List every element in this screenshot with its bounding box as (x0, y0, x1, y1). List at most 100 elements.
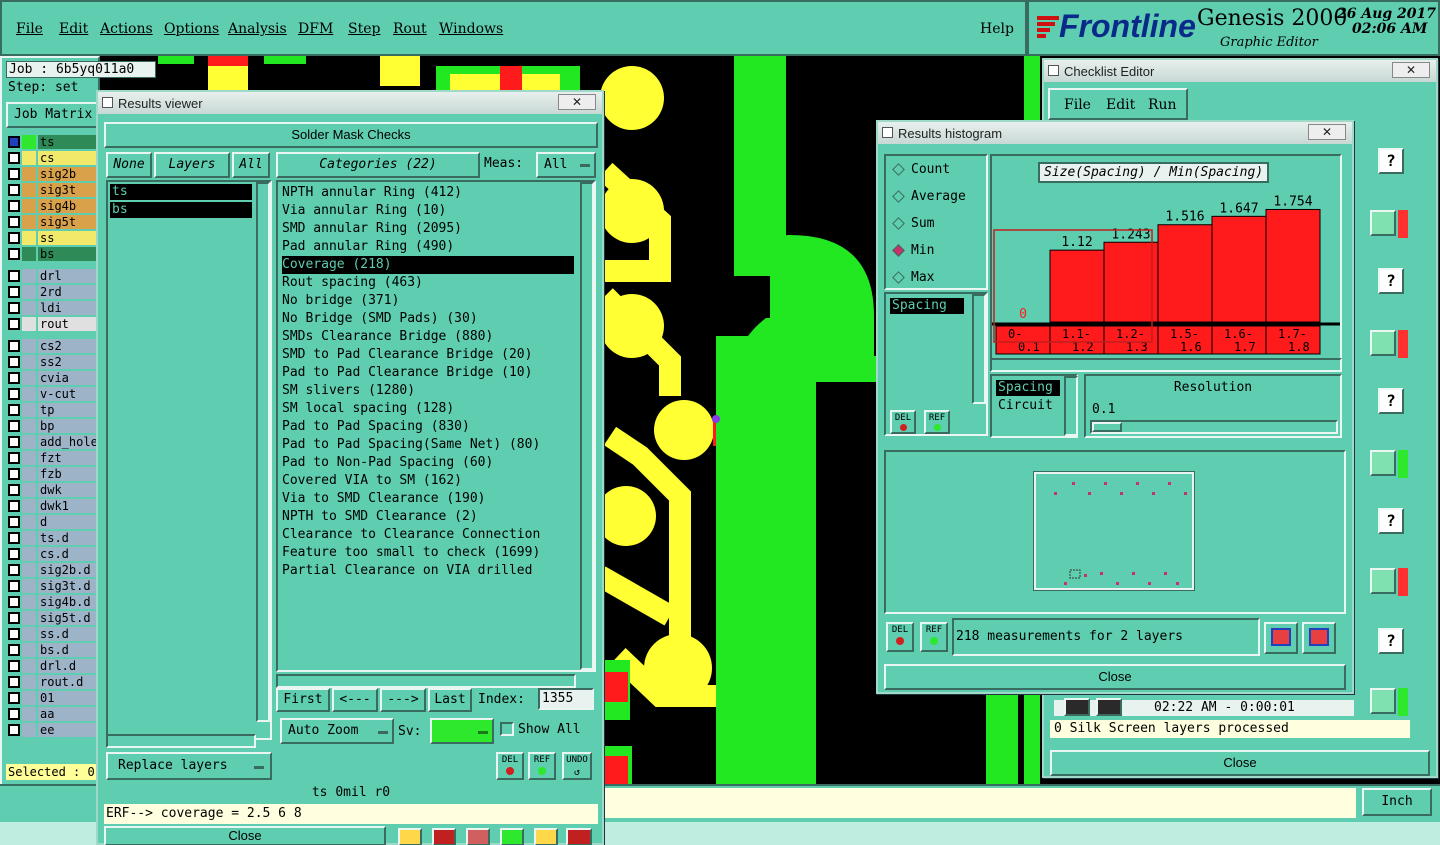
hist-del-button[interactable]: DEL (890, 410, 916, 434)
preview-board[interactable] (1033, 471, 1195, 591)
category-item[interactable]: Clearance to Clearance Connection (282, 526, 540, 544)
option-average[interactable]: Average (892, 189, 966, 204)
layer-checkbox[interactable] (8, 388, 20, 400)
toolbar-icon-5[interactable] (534, 828, 558, 845)
layer-row-sig5t.d[interactable]: sig5t.d (8, 610, 98, 626)
layer-checkbox[interactable] (8, 548, 20, 560)
category-item[interactable]: SMD annular Ring (2095) (282, 220, 462, 238)
category-item[interactable]: No bridge (371) (282, 292, 399, 310)
layer-row-cs.d[interactable]: cs.d (8, 546, 98, 562)
layer-list-hscroll[interactable] (106, 734, 256, 748)
option-count[interactable]: Count (892, 162, 950, 177)
layers-button[interactable]: Layers (154, 152, 230, 178)
index-input[interactable]: 1355 (538, 688, 594, 710)
layer-checkbox[interactable] (8, 340, 20, 352)
first-button[interactable]: First (276, 688, 330, 712)
preview-del-button[interactable]: DEL (886, 622, 914, 652)
resolution-slider[interactable] (1090, 420, 1338, 434)
category-item[interactable]: Partial Clearance on VIA drilled (282, 562, 532, 580)
layer-row-cs2[interactable]: cs2 (8, 338, 98, 354)
histogram-bar[interactable] (1049, 249, 1105, 323)
layer-checkbox[interactable] (8, 724, 20, 736)
layer-checkbox[interactable] (8, 628, 20, 640)
layer-checkbox[interactable] (8, 248, 20, 260)
category-item[interactable]: Via annular Ring (10) (282, 202, 446, 220)
menu-edit[interactable]: Edit (59, 21, 88, 37)
layer-checkbox[interactable] (8, 660, 20, 672)
layer-checkbox[interactable] (8, 302, 20, 314)
auto-zoom-dropdown[interactable]: Auto Zoom (280, 718, 394, 744)
help-icon[interactable]: ? (1378, 388, 1404, 414)
category-item[interactable]: Pad to Pad Clearance Bridge (10) (282, 364, 532, 382)
toolbar-icon-3[interactable] (466, 828, 490, 845)
layer-checkbox[interactable] (8, 318, 20, 330)
layer-row-dwk[interactable]: dwk (8, 482, 98, 498)
category-item[interactable]: NPTH to SMD Clearance (2) (282, 508, 478, 526)
layer-row-sig4b.d[interactable]: sig4b.d (8, 594, 98, 610)
category-item[interactable]: Pad to Pad Spacing(Same Net) (80) (282, 436, 540, 454)
layer-row-v-cut[interactable]: v-cut (8, 386, 98, 402)
help-icon[interactable]: ? (1378, 148, 1404, 174)
all-button[interactable]: All (232, 152, 270, 178)
histogram-hscroll[interactable] (990, 358, 1342, 372)
layer-row-sig3t.d[interactable]: sig3t.d (8, 578, 98, 594)
layer-row-dwk1[interactable]: dwk1 (8, 498, 98, 514)
layer-checkbox[interactable] (8, 500, 20, 512)
toolbar-icon-2[interactable] (432, 828, 456, 845)
layer-row-ts.d[interactable]: ts.d (8, 530, 98, 546)
category-item[interactable]: SM local spacing (128) (282, 400, 454, 418)
menu-windows[interactable]: Windows (439, 21, 503, 37)
layer-row-bs[interactable]: bs (8, 246, 98, 262)
category-item[interactable]: No Bridge (SMD Pads) (30) (282, 310, 478, 328)
run-icon[interactable] (1064, 698, 1090, 716)
zoom-icon[interactable] (1370, 330, 1396, 356)
layer-row-ee[interactable]: ee (8, 722, 98, 738)
category-item[interactable]: Pad to Pad Spacing (830) (282, 418, 470, 436)
layer-checkbox[interactable] (8, 484, 20, 496)
layer-row-d[interactable]: d (8, 514, 98, 530)
menu-step[interactable]: Step (348, 21, 380, 37)
histogram-bar[interactable] (1103, 241, 1159, 323)
menu-dfm[interactable]: DFM (298, 21, 333, 37)
attr-scrollbar[interactable] (1064, 376, 1078, 436)
layer-checkbox[interactable] (8, 404, 20, 416)
zoom-icon[interactable] (1370, 688, 1396, 714)
sv-color-dropdown[interactable] (430, 718, 494, 744)
layer-row-tp[interactable]: tp (8, 402, 98, 418)
category-item[interactable]: Pad annular Ring (490) (282, 238, 454, 256)
layer-checkbox[interactable] (8, 532, 20, 544)
layer-row-drl.d[interactable]: drl.d (8, 658, 98, 674)
layer-checkbox[interactable] (8, 468, 20, 480)
menu-file[interactable]: File (16, 21, 43, 37)
layer-checkbox[interactable] (8, 200, 20, 212)
category-item[interactable]: Covered VIA to SM (162) (282, 472, 462, 490)
zoom-icon[interactable] (1370, 210, 1396, 236)
layer-checkbox[interactable] (8, 692, 20, 704)
layer-checkbox[interactable] (8, 436, 20, 448)
category-item[interactable]: Rout spacing (463) (282, 274, 423, 292)
layer-row-sig2b[interactable]: sig2b (8, 166, 98, 182)
layer-row-ss.d[interactable]: ss.d (8, 626, 98, 642)
category-item[interactable]: Feature too small to check (1699) (282, 544, 540, 562)
layer-row-bs.d[interactable]: bs.d (8, 642, 98, 658)
layer-row-ts[interactable]: ts (8, 134, 98, 150)
job-matrix-button[interactable]: Job Matrix (6, 102, 98, 128)
toolbar-icon-4[interactable] (500, 828, 524, 845)
attr-item-spacing[interactable]: Spacing (996, 380, 1060, 396)
layer-list-scrollbar[interactable] (256, 182, 270, 722)
layer-row-fzt[interactable]: fzt (8, 450, 98, 466)
menu-analysis[interactable]: Analysis (228, 21, 287, 37)
meas-dropdown[interactable]: All (536, 152, 596, 178)
toolbar-icon-1[interactable] (398, 828, 422, 845)
category-hscroll[interactable] (276, 674, 576, 688)
layer-row-rout.d[interactable]: rout.d (8, 674, 98, 690)
layer-checkbox[interactable] (8, 580, 20, 592)
layer-checkbox[interactable] (8, 564, 20, 576)
layer-row-cvia[interactable]: cvia (8, 370, 98, 386)
attr-item-circuit[interactable]: Circuit (998, 398, 1053, 413)
layer-checkbox[interactable] (8, 184, 20, 196)
layer-checkbox[interactable] (8, 612, 20, 624)
checklist-menu-run[interactable]: Run (1148, 97, 1177, 113)
layer-checkbox[interactable] (8, 136, 20, 148)
prev-button[interactable]: <--- (332, 688, 378, 712)
